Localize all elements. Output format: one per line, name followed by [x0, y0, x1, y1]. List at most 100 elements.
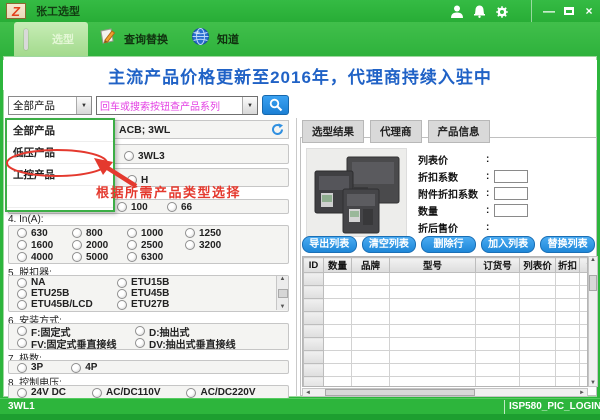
table-cell — [390, 299, 476, 312]
tab-selection[interactable]: 选型 — [14, 22, 88, 56]
table-cell — [390, 312, 476, 325]
table-cell — [556, 377, 580, 388]
list-action-button[interactable]: 导出列表 — [302, 236, 357, 253]
column-header[interactable]: 列表价 — [520, 258, 556, 273]
radio-option[interactable]: 5000 — [72, 251, 127, 263]
restore-button[interactable] — [564, 7, 574, 15]
table-row[interactable] — [304, 377, 589, 388]
radio-option[interactable]: 24V DC — [17, 387, 66, 398]
dropdown-item[interactable]: 全部产品 — [7, 120, 113, 142]
status-login-info: ISP580_PIC_LOGIN1... — [509, 401, 600, 412]
column-header[interactable]: 折扣 — [556, 258, 580, 273]
radio-option[interactable]: 800 — [72, 227, 127, 239]
result-tab[interactable]: 选型结果 — [302, 120, 364, 143]
radio-option[interactable]: 2500 — [127, 239, 185, 251]
table-row[interactable] — [304, 338, 589, 351]
radio-icon — [135, 338, 145, 348]
radio-option[interactable]: 3WL3 — [124, 151, 165, 162]
table-cell — [580, 338, 589, 351]
column-header[interactable]: 型号 — [390, 258, 476, 273]
search-button[interactable] — [262, 95, 289, 115]
refresh-icon[interactable] — [271, 123, 284, 141]
radio-option[interactable]: 2000 — [72, 239, 127, 251]
chevron-down-icon[interactable]: ▼ — [242, 97, 257, 114]
list-action-button[interactable]: 清空列表 — [362, 236, 417, 253]
radio-option[interactable]: 6300 — [127, 251, 185, 263]
bell-icon[interactable] — [473, 5, 486, 18]
radio-option[interactable]: AC/DC220V — [186, 387, 255, 398]
tab-query-replace[interactable]: 查询替换 — [88, 22, 182, 56]
scroll-up-icon[interactable]: ▲ — [280, 276, 286, 282]
category-select-value: 全部产品 — [9, 98, 76, 113]
chevron-down-icon[interactable]: ▼ — [76, 97, 91, 114]
radio-option[interactable]: 1250 — [185, 227, 288, 239]
annotation-text: 根据所需产品类型选择 — [96, 182, 241, 201]
gear-icon[interactable] — [495, 5, 508, 18]
trip-list-scrollbar[interactable]: ▲▼ — [276, 276, 288, 310]
category-select[interactable]: 全部产品 ▼ — [8, 96, 92, 115]
window-title: 张工选型 — [36, 3, 80, 19]
radio-option[interactable]: DV:抽出式垂直接线 — [135, 337, 288, 349]
table-row[interactable] — [304, 364, 589, 377]
radio-option[interactable]: 1600 — [17, 239, 72, 251]
accessory-discount-input[interactable] — [494, 187, 528, 200]
scrollbar-thumb[interactable] — [278, 289, 288, 298]
window-bottom-edge — [0, 414, 600, 420]
radio-option[interactable]: 3P — [17, 362, 43, 373]
panel-divider — [296, 118, 297, 396]
table-cell — [556, 351, 580, 364]
table-row[interactable] — [304, 286, 589, 299]
table-cell — [580, 273, 589, 286]
radio-option[interactable]: 4P — [71, 362, 97, 373]
list-action-button[interactable]: 删除行 — [421, 236, 476, 253]
list-action-button[interactable]: 替换列表 — [540, 236, 595, 253]
column-header[interactable]: 品牌 — [352, 258, 390, 273]
column-header[interactable]: ID — [304, 258, 324, 273]
table-row[interactable] — [304, 325, 589, 338]
scroll-down-icon[interactable]: ▼ — [590, 380, 596, 386]
tab-know[interactable]: 知道 — [182, 22, 253, 56]
radio-option[interactable]: 630 — [17, 227, 72, 239]
result-tab[interactable]: 代理商 — [370, 120, 422, 143]
radio-option[interactable]: 66 — [167, 201, 288, 213]
form-row-accessory-discount: 附件折扣系数 : — [418, 186, 594, 201]
radio-option[interactable]: 1000 — [127, 227, 185, 239]
scroll-up-icon[interactable]: ▲ — [590, 257, 596, 263]
radio-icon — [185, 240, 195, 250]
scrollbar-thumb[interactable] — [325, 389, 475, 396]
user-icon[interactable] — [450, 5, 464, 18]
product-image — [306, 148, 407, 237]
close-button[interactable]: × — [582, 4, 596, 18]
result-tab[interactable]: 产品信息 — [428, 120, 490, 143]
scroll-right-icon[interactable]: ► — [577, 390, 587, 396]
radio-option[interactable]: 4000 — [17, 251, 72, 263]
radio-option[interactable]: 100 — [117, 201, 167, 213]
scrollbar-thumb[interactable] — [589, 275, 597, 291]
discount-input[interactable] — [494, 170, 528, 183]
column-header[interactable]: 订货号 — [476, 258, 520, 273]
dropdown-item[interactable]: 低压产品 — [7, 142, 113, 164]
column-header[interactable]: 数量 — [324, 258, 352, 273]
scroll-down-icon[interactable]: ▼ — [280, 304, 286, 310]
table-row[interactable] — [304, 351, 589, 364]
table-horizontal-scrollbar[interactable]: ◄ ► — [302, 388, 588, 397]
search-input[interactable] — [97, 100, 242, 111]
minimize-button[interactable]: — — [542, 4, 556, 18]
radio-option[interactable]: FV:固定式垂直接线 — [17, 337, 135, 349]
list-action-button[interactable]: 加入列表 — [481, 236, 536, 253]
table-row[interactable] — [304, 312, 589, 325]
scroll-left-icon[interactable]: ◄ — [303, 390, 313, 396]
table-cell — [390, 351, 476, 364]
table-cell — [476, 325, 520, 338]
table-row[interactable] — [304, 299, 589, 312]
quantity-input[interactable] — [494, 204, 528, 217]
table-row[interactable] — [304, 273, 589, 286]
column-header[interactable]: 售 — [580, 258, 589, 273]
table-cell — [580, 325, 589, 338]
search-combobox[interactable]: ▼ — [96, 96, 258, 115]
radio-icon — [186, 388, 196, 398]
table-vertical-scrollbar[interactable]: ▲ ▼ — [588, 256, 598, 387]
radio-option[interactable]: 3200 — [185, 239, 288, 251]
radio-option[interactable]: AC/DC110V — [92, 387, 160, 398]
table-cell — [352, 286, 390, 299]
